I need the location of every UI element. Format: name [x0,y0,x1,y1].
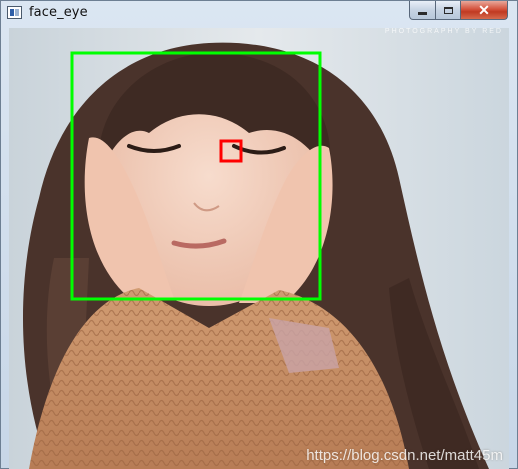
minimize-icon [418,11,427,15]
photo-credit: PHOTOGRAPHY BY RED [384,28,503,35]
maximize-icon [443,6,453,14]
minimize-button[interactable] [409,1,436,20]
title-bar[interactable]: face_eye ✕ [1,1,517,27]
watermark-url: https://blog.csdn.net/matt45m [306,447,503,464]
image-canvas: PHOTOGRAPHY BY RED https://blog.csdn.net… [9,28,509,469]
close-icon: ✕ [478,1,490,18]
window-title: face_eye [29,5,88,20]
close-button[interactable]: ✕ [460,1,508,20]
maximize-button[interactable] [435,1,461,20]
app-icon [7,6,22,19]
photo-girl [9,28,509,469]
app-window: face_eye ✕ PHOTOGRAPHY BY RED https://bl… [0,0,518,469]
